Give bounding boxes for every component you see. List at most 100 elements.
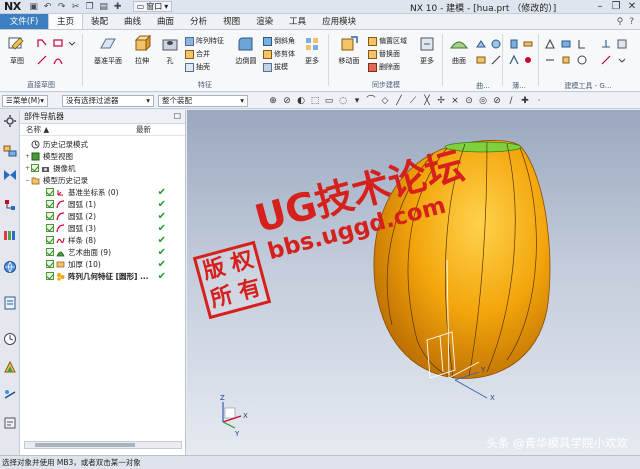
offset-region-button[interactable]: 偏置区域 [368,36,407,46]
maximize-panel-icon[interactable]: ☐ [174,112,181,121]
save-icon[interactable]: ▣ [29,2,39,12]
tree-item-model-views[interactable]: + 模型视图 [24,150,73,162]
tab-tools[interactable]: 工具 [281,14,314,29]
rectangle-select-icon[interactable]: ▭ [324,96,334,106]
tree-item-studio-surface-9[interactable]: 艺术曲面 (9) ✔ [46,246,186,258]
standard-part-icon[interactable] [576,38,588,50]
move-face-button[interactable]: 移动面 [334,34,364,66]
tab-surface[interactable]: 曲面 [149,14,182,29]
horizontal-scrollbar[interactable] [24,441,182,449]
sheet-tool-icon[interactable] [508,38,520,50]
surface-tool-icon[interactable] [490,54,502,66]
profile-icon[interactable] [36,37,48,49]
tree-item-thicken-10[interactable]: 加厚 (10) ✔ [46,258,186,270]
filter-icon[interactable]: ⊘ [282,96,292,106]
system-materials-icon[interactable] [3,360,17,374]
visibility-checkbox[interactable] [46,248,54,256]
point-on-curve-icon[interactable]: ∕ [506,96,516,106]
surface-tool-icon[interactable] [490,38,502,50]
standard-part-icon[interactable] [576,54,588,66]
trim-body-button[interactable]: 修剪体 [263,49,295,59]
tree-item-cameras[interactable]: + 摄像机 [24,162,76,174]
scrollbar-thumb[interactable] [35,443,135,447]
endpoint-snap-icon[interactable]: ⟋ [408,96,418,106]
existing-point-icon[interactable]: · [534,96,544,106]
array-feature-button[interactable]: 阵列特征 [185,36,224,46]
tab-analysis[interactable]: 分析 [182,14,215,29]
tree-item-spline-8[interactable]: 样条 (8) ✔ [46,234,186,246]
standard-part-icon[interactable] [560,54,572,66]
sheet-tool-icon[interactable] [522,54,534,66]
tree-item-history-mode[interactable]: 历史记录模式 [24,138,88,150]
expand-icon[interactable]: + [24,153,31,160]
visibility-checkbox[interactable] [46,272,54,280]
tree-item-model-history[interactable]: − 模型历史记录 [24,174,88,186]
delete-face-button[interactable]: 删除面 [368,62,400,72]
selection-scope-select[interactable]: 整个装配 ▾ [158,94,248,107]
more-feature-button[interactable]: 更多 [297,34,327,66]
standard-part-icon[interactable] [616,38,628,50]
undo-icon[interactable]: ↶ [43,2,53,12]
visibility-checkbox[interactable] [46,236,54,244]
settings-gear-icon[interactable] [3,114,17,128]
edge-blend-button[interactable]: 边倒圆 [231,34,261,66]
repeat-icon[interactable]: ✚ [113,2,123,12]
show-hide-icon[interactable]: ◐ [296,96,306,106]
standard-part-icon[interactable] [560,38,572,50]
tree-item-arc-1[interactable]: 圆弧 (1) ✔ [46,198,186,210]
intersection-icon[interactable]: ⨯ [450,96,460,106]
select-all-icon[interactable]: ⬚ [310,96,320,106]
standard-part-icon[interactable] [616,54,628,66]
tab-assembly[interactable]: 装配 [83,14,116,29]
line-snap-icon[interactable]: ╱ [394,96,404,106]
copy-icon[interactable]: ❐ [85,2,95,12]
tab-applications[interactable]: 应用模块 [314,14,364,29]
tangent-snap-icon[interactable]: ⊘ [492,96,502,106]
shell-button[interactable]: 抽壳 [185,62,210,72]
surface-tool-icon[interactable] [475,54,487,66]
web-browser-icon[interactable] [3,260,17,274]
main-menu-button[interactable]: ☰ 菜单(M) ▾ [2,94,48,107]
lasso-select-icon[interactable]: ◌ [338,96,348,106]
datum-plane-button[interactable]: 基准平面 [93,34,123,66]
visibility-checkbox[interactable] [46,188,54,196]
midpoint-snap-icon[interactable]: ╳ [422,96,432,106]
tree-item-datum-csys[interactable]: 基准坐标系 (0) ✔ [46,186,186,198]
tab-file[interactable]: 文件(F) [0,14,48,29]
search-icon[interactable]: ⚲ [617,17,624,27]
cut-icon[interactable]: ✂ [71,2,81,12]
clock-icon[interactable] [3,332,17,346]
quadrant-snap-icon[interactable]: ◎ [478,96,488,106]
minimize-button[interactable]: – [592,0,608,14]
standard-part-icon[interactable] [544,38,556,50]
part-navigator-icon[interactable] [3,144,17,158]
column-header-name[interactable]: 名称 ▲ [26,124,136,135]
type-filter-select[interactable]: 没有选择过滤器 ▾ [62,94,154,107]
center-snap-icon[interactable]: ⊙ [464,96,474,106]
reuse-library-icon[interactable] [3,228,17,242]
redo-icon[interactable]: ↷ [57,2,67,12]
tree-item-arc-2[interactable]: 圆弧 (2) ✔ [46,210,186,222]
tab-curve[interactable]: 曲线 [116,14,149,29]
documents-icon[interactable] [3,416,17,430]
help-icon[interactable]: ? [629,17,634,27]
line-icon[interactable] [36,54,48,66]
chamfer-button[interactable]: 倒斜角 [263,36,295,46]
extrude-button[interactable]: 拉伸 [127,34,157,66]
standard-part-icon[interactable] [600,54,612,66]
restore-button[interactable]: ❐ [608,0,624,14]
assembly-navigator-icon[interactable] [3,168,17,182]
combine-button[interactable]: 合并 [185,49,210,59]
tree-item-arc-3[interactable]: 圆弧 (3) ✔ [46,222,186,234]
more-sync-button[interactable]: 更多 [412,34,442,66]
column-header-latest[interactable]: 最新 [136,124,151,135]
curve-rule-icon[interactable]: ⌒ [366,96,376,106]
visibility-checkbox[interactable] [46,224,54,232]
visibility-checkbox[interactable] [46,212,54,220]
face-rule-icon[interactable]: ◇ [380,96,390,106]
draft-button[interactable]: 拔模 [263,62,288,72]
standard-part-icon[interactable] [600,38,612,50]
history-icon[interactable] [3,296,17,310]
tab-home[interactable]: 主页 [48,14,84,29]
paste-icon[interactable]: ▤ [99,2,109,12]
